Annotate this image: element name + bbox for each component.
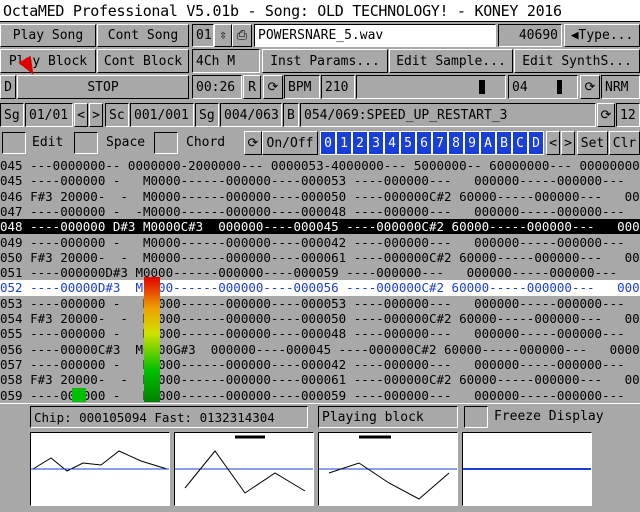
prev-arrow-icon[interactable]: < — [74, 103, 88, 127]
play-song-button[interactable]: Play Song — [0, 24, 96, 47]
track-toggle-8[interactable]: 8 — [448, 131, 464, 155]
track-toggle-c[interactable]: C — [512, 131, 528, 155]
track-prev-icon[interactable]: < — [546, 131, 560, 155]
track-toggle-5[interactable]: 5 — [400, 131, 416, 155]
play-time: 00:26 — [192, 75, 242, 99]
cycle-icon-3[interactable]: ⟳ — [597, 103, 615, 127]
octave-slider-knob[interactable] — [557, 80, 562, 94]
memory-display: Chip: 000105094 Fast: 0132314304 — [30, 406, 308, 428]
sc-label: Sc — [105, 103, 129, 127]
inst-params-button[interactable]: Inst Params... — [262, 49, 388, 73]
track-toggle-9[interactable]: 9 — [464, 131, 480, 155]
stop-button[interactable]: STOP — [17, 75, 189, 99]
pattern-row[interactable]: 045 ----000000 - M0000------000000----00… — [0, 173, 640, 188]
scope-channel-3 — [318, 432, 458, 506]
track-toggle-b[interactable]: B — [496, 131, 512, 155]
bpm-value[interactable]: 210 — [321, 75, 355, 99]
play-block-button[interactable]: Play Block — [0, 49, 96, 73]
cont-block-button[interactable]: Cont Block — [97, 49, 189, 73]
tempo-slider-knob[interactable] — [479, 80, 485, 94]
type-button[interactable]: ◀ Type... — [564, 24, 640, 47]
instrument-size: 40690 — [498, 24, 562, 47]
track-toggle-3[interactable]: 3 — [368, 131, 384, 155]
pattern-row[interactable]: 047 ----000000 - -M0000------000000----0… — [0, 204, 640, 219]
scope-channel-1 — [30, 432, 170, 506]
pattern-row[interactable]: 052 ----00000D#3 M0000------000000----00… — [0, 280, 640, 296]
freeze-display-checkbox[interactable] — [464, 406, 488, 428]
track-toggle-2[interactable]: 2 — [352, 131, 368, 155]
track-toggle-6[interactable]: 6 — [416, 131, 432, 155]
chord-label: Chord — [186, 135, 226, 150]
vu-meter — [144, 277, 160, 402]
cycle-icon-2[interactable]: ⟳ — [580, 75, 600, 99]
track-toggle-4[interactable]: 4 — [384, 131, 400, 155]
next-arrow-icon[interactable]: > — [89, 103, 103, 127]
track-toggle-d[interactable]: D — [528, 131, 544, 155]
edit-checkbox[interactable] — [2, 132, 26, 154]
tempo-slider[interactable] — [356, 75, 506, 99]
pattern-row[interactable]: 055 ----000000 - M0000------000000----00… — [0, 326, 640, 341]
scope-channel-2 — [174, 432, 314, 506]
pattern-header: 045 ---0000000-- 0000000-2000000--- 0000… — [0, 158, 640, 173]
track-toggle-1[interactable]: 1 — [336, 131, 352, 155]
song-position[interactable]: 01/01 — [25, 103, 73, 127]
pattern-row[interactable]: 050 F#3 20000- - M0000------000000----00… — [0, 250, 640, 265]
back-arrow-icon: ◀ — [570, 28, 579, 43]
vu-meter-small — [72, 388, 86, 402]
instrument-number[interactable]: 01 — [192, 24, 214, 47]
window-title: OctaMED Professional V5.01b - Song: OLD … — [0, 0, 640, 22]
octave-value[interactable]: 04 — [508, 75, 578, 99]
updown-icon[interactable]: ⇳ — [214, 24, 232, 47]
track-toggle-a[interactable]: A — [480, 131, 496, 155]
cont-song-button[interactable]: Cont Song — [97, 24, 189, 47]
edit-sample-button[interactable]: Edit Sample... — [389, 49, 513, 73]
freeze-display-label: Freeze Display — [494, 409, 604, 424]
pattern-row[interactable]: 057 ----000000 - M0000------000000----00… — [0, 357, 640, 372]
space-label: Space — [106, 135, 146, 150]
pattern-row[interactable]: 049 ----000000 - M0000------000000----00… — [0, 235, 640, 250]
lines-value[interactable]: 12 — [616, 103, 640, 127]
instrument-name-field[interactable]: POWERSNARE_5.wav — [254, 24, 496, 47]
set-button[interactable]: Set — [577, 131, 608, 155]
chord-checkbox[interactable] — [154, 132, 178, 154]
reset-button[interactable]: R — [243, 75, 261, 99]
cycle-icon-4[interactable]: ⟳ — [244, 131, 262, 155]
d-button[interactable]: D — [0, 75, 16, 99]
pattern-row[interactable]: 054 F#3 20000- - M0000------000000----00… — [0, 311, 640, 326]
pattern-row[interactable]: 059 ----000000 - M0000------000000----00… — [0, 388, 640, 403]
pattern-row[interactable]: 051 ----000000D#3 M0000------000000----0… — [0, 265, 640, 280]
track-toggle-0[interactable]: 0 — [320, 131, 336, 155]
on-off-button[interactable]: On/Off — [262, 131, 318, 155]
pattern-editor[interactable]: 045 ---0000000-- 0000000-2000000--- 0000… — [0, 158, 640, 402]
channels-mode[interactable]: 4Ch M — [192, 49, 260, 73]
pattern-row[interactable]: 048 ----000000 D#3 M0000C#3 000000----00… — [0, 219, 640, 235]
block-name[interactable]: 054/069:SPEED_UP_RESTART_3 — [300, 103, 596, 127]
clr-button[interactable]: Clr — [609, 131, 640, 155]
edit-synth-button[interactable]: Edit SynthS... — [514, 49, 640, 73]
pattern-row[interactable]: 056 ----00000C#3 M0000G#3 000000----0000… — [0, 342, 640, 357]
sequence-position[interactable]: 004/063 — [220, 103, 282, 127]
sg-label: Sg — [0, 103, 24, 127]
space-checkbox[interactable] — [74, 132, 98, 154]
section-position[interactable]: 001/001 — [130, 103, 194, 127]
track-toggle-7[interactable]: 7 — [432, 131, 448, 155]
edit-label: Edit — [32, 135, 64, 150]
pattern-row[interactable]: 053 ----000000 - M0000------000000----00… — [0, 296, 640, 311]
pattern-row[interactable]: 046 F#3 20000- - M0000------000000----00… — [0, 189, 640, 204]
track-next-icon[interactable]: > — [561, 131, 575, 155]
pattern-row[interactable]: 058 F#3 20000- - M0000------000000----00… — [0, 372, 640, 387]
playing-status: Playing block — [318, 406, 458, 428]
block-label: B — [283, 103, 299, 127]
bpm-label: BPM — [284, 75, 320, 99]
nrm-mode[interactable]: NRM — [601, 75, 640, 99]
sg-label-2: Sg — [195, 103, 219, 127]
load-icon[interactable]: ⎙ — [232, 24, 252, 47]
cycle-icon[interactable]: ⟳ — [263, 75, 283, 99]
scope-channel-4 — [462, 432, 592, 506]
